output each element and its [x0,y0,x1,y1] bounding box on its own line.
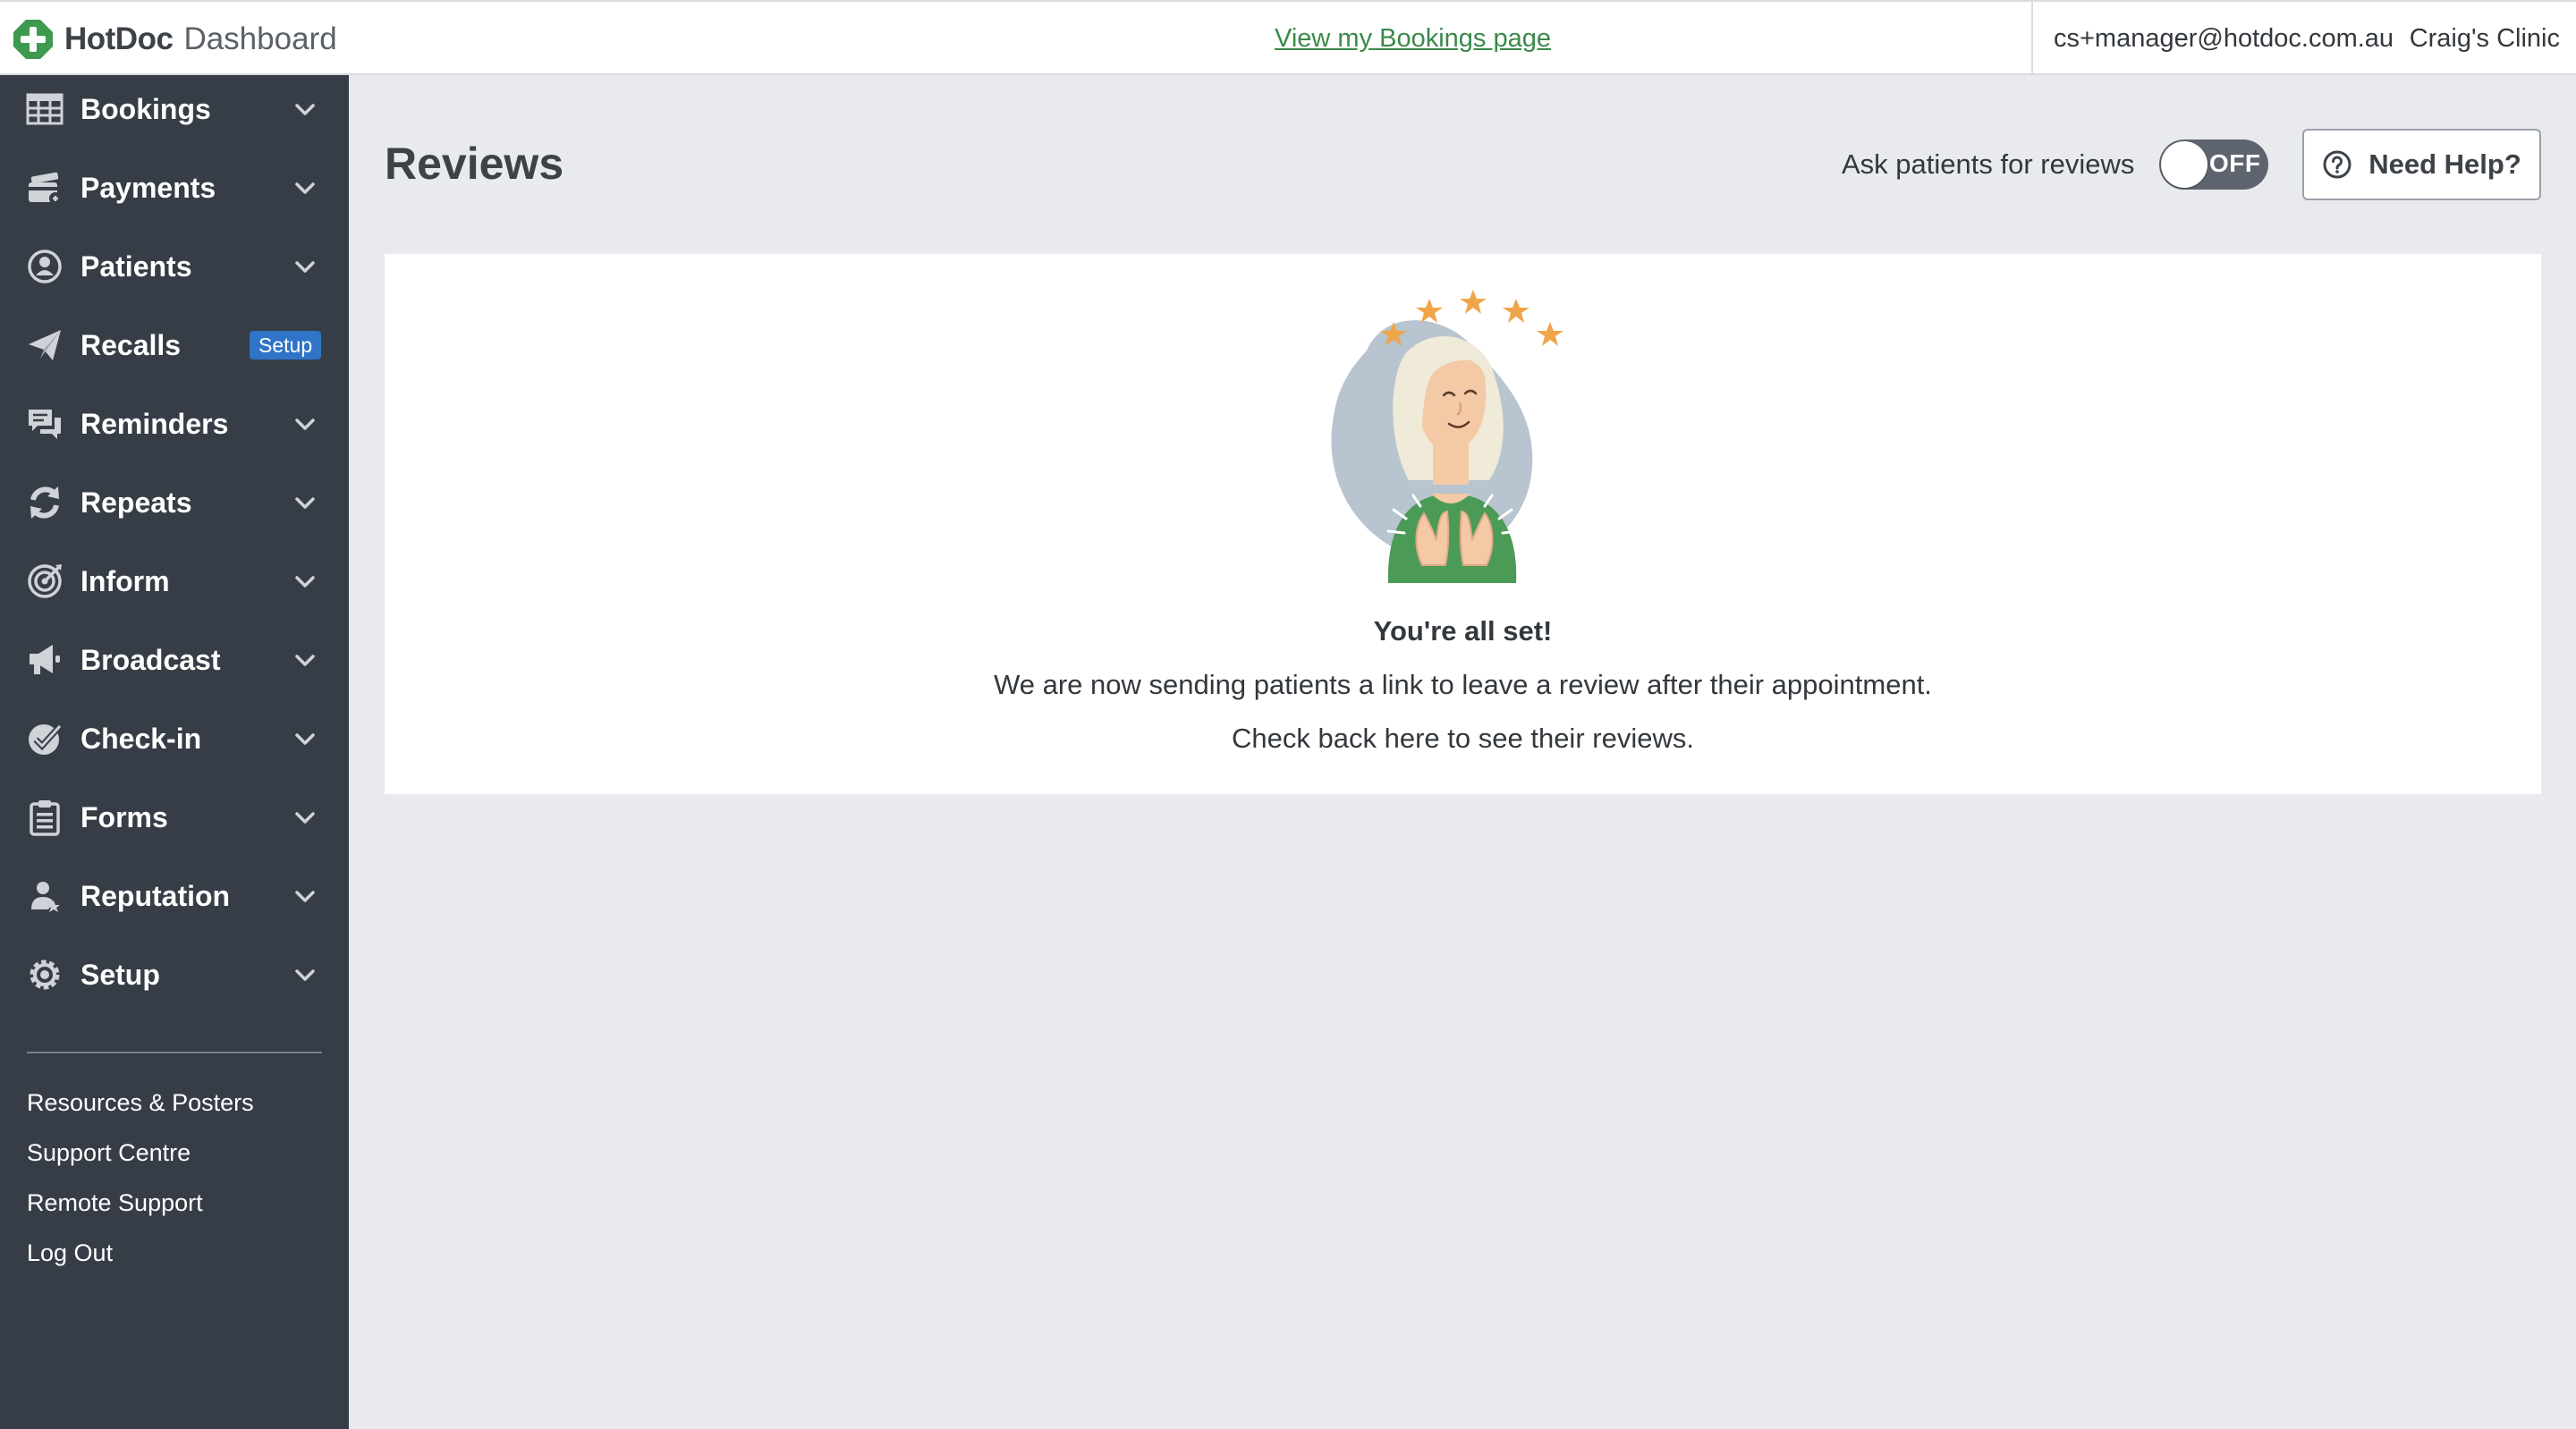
setup-badge: Setup [250,331,322,359]
person-star-icon [25,876,64,916]
resources-posters-link[interactable]: Resources & Posters [27,1089,254,1117]
megaphone-icon [25,640,64,680]
chevron-down-icon [292,96,318,123]
sidebar-item-label: Patients [80,249,192,283]
sidebar: Bookings Payments Patients Recalls Setup… [0,75,349,1429]
clipboard-icon [25,798,64,837]
happy-patient-illustration [1331,290,1563,583]
sidebar-item-label: Repeats [80,486,192,519]
empty-state-message: We are now sending patients a link to le… [994,669,1932,700]
person-circle-icon [25,247,64,286]
view-bookings-link[interactable]: View my Bookings page [1275,24,1551,54]
toggle-knob [2161,141,2207,188]
clinic-name[interactable]: Craig's Clinic [2410,24,2560,54]
support-centre-link[interactable]: Support Centre [27,1139,191,1167]
sidebar-item-label: Recalls [80,328,182,361]
chevron-down-icon [292,883,318,909]
sidebar-item-label: Check-in [80,722,202,755]
hotdoc-logo[interactable]: HotDoc Dashboard [13,18,337,61]
page-title: Reviews [385,139,564,189]
refresh-icon [25,483,64,522]
reviews-empty-card: You're all set! We are now sending patie… [385,254,2541,794]
sidebar-item-label: Bookings [80,92,211,125]
empty-state-title: You're all set! [1373,615,1553,647]
ask-reviews-toggle[interactable]: OFF [2159,140,2268,190]
toggle-state: OFF [2209,149,2261,177]
paper-plane-icon [25,326,64,365]
chat-bubbles-icon [25,404,64,444]
sidebar-item-label: Payments [80,171,216,204]
chevron-down-icon [292,725,318,752]
sidebar-item-reputation[interactable]: Reputation [0,857,349,935]
chevron-down-icon [292,253,318,280]
header-divider [2031,2,2033,75]
user-email[interactable]: cs+manager@hotdoc.com.au [2054,24,2394,54]
sidebar-item-bookings[interactable]: Bookings [0,70,349,148]
question-circle-icon [2323,150,2351,179]
sidebar-item-label: Reputation [80,879,231,912]
sidebar-divider [27,1052,322,1053]
sidebar-item-label: Forms [80,800,168,833]
sidebar-item-repeats[interactable]: Repeats [0,463,349,542]
table-icon [25,89,64,129]
sidebar-item-recalls[interactable]: Recalls Setup [0,306,349,385]
sidebar-item-label: Reminders [80,407,229,440]
chevron-down-icon [292,568,318,595]
sidebar-item-setup[interactable]: Setup [0,935,349,1014]
hotdoc-cross-icon [13,20,53,59]
sidebar-item-reminders[interactable]: Reminders [0,385,349,463]
target-icon [25,562,64,601]
need-help-button[interactable]: Need Help? [2302,129,2541,200]
chevron-down-icon [292,410,318,437]
ask-reviews-label: Ask patients for reviews [1842,148,2135,180]
top-bar: HotDoc Dashboard View my Bookings page c… [0,0,2576,75]
card-icon [25,168,64,207]
sidebar-item-label: Setup [80,958,160,991]
empty-state-hint: Check back here to see their reviews. [1232,723,1694,754]
check-badge-icon [25,719,64,758]
sidebar-item-label: Inform [80,564,170,597]
sidebar-item-inform[interactable]: Inform [0,542,349,621]
chevron-down-icon [292,489,318,516]
need-help-label: Need Help? [2368,148,2521,180]
sidebar-item-label: Broadcast [80,643,221,676]
chevron-down-icon [292,804,318,831]
remote-support-link[interactable]: Remote Support [27,1189,203,1217]
log-out-link[interactable]: Log Out [27,1239,113,1267]
sidebar-item-check-in[interactable]: Check-in [0,699,349,778]
chevron-down-icon [292,647,318,673]
gear-icon [25,955,64,994]
brand-name: HotDoc [64,21,174,56]
product-name: Dashboard [183,21,337,56]
chevron-down-icon [292,174,318,201]
sidebar-item-payments[interactable]: Payments [0,148,349,227]
sidebar-item-forms[interactable]: Forms [0,778,349,857]
chevron-down-icon [292,961,318,988]
sidebar-item-broadcast[interactable]: Broadcast [0,621,349,699]
sidebar-item-patients[interactable]: Patients [0,227,349,306]
